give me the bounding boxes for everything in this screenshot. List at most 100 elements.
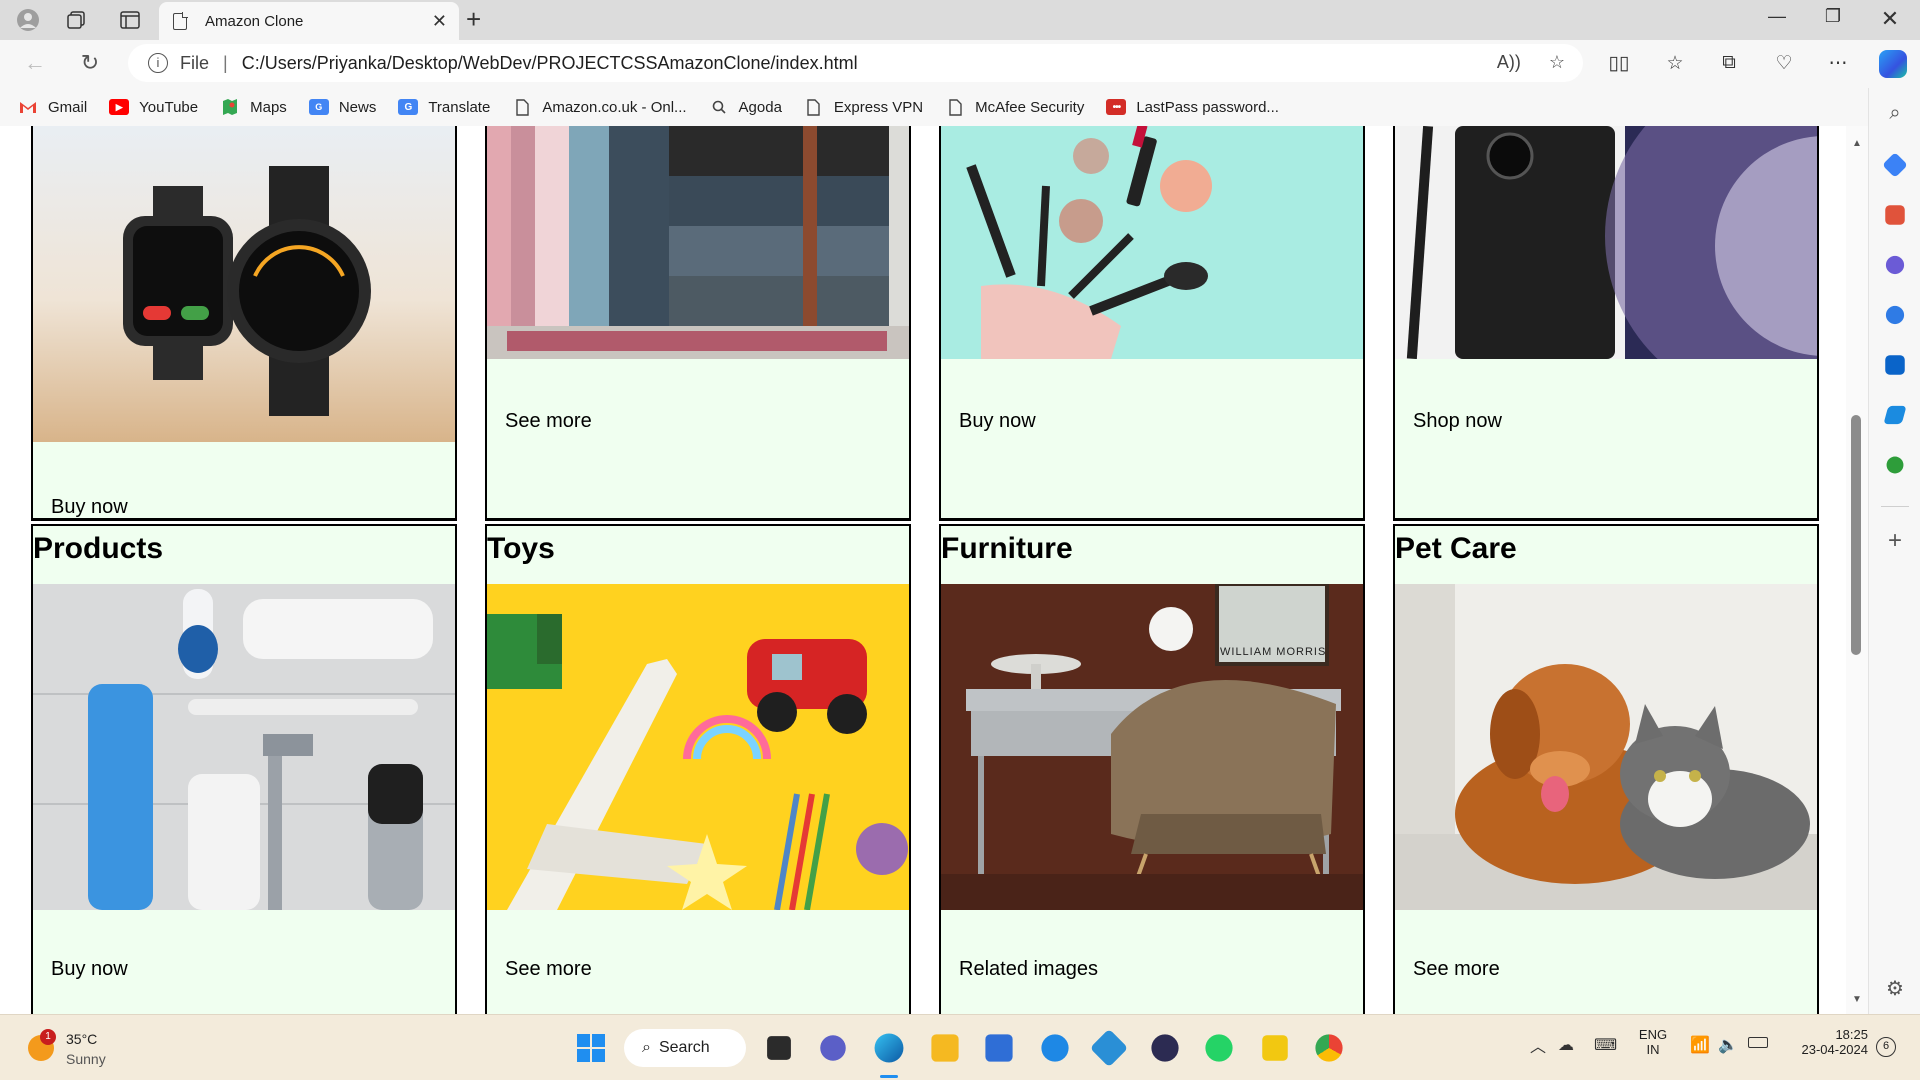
bookmark-label: News <box>338 98 377 116</box>
clock-date: 23-04-2024 <box>1801 1042 1869 1057</box>
youtube-icon: ▶ <box>109 99 130 115</box>
file-explorer-icon[interactable] <box>931 1034 959 1062</box>
favorites-icon[interactable]: ☆ <box>1662 52 1688 78</box>
active-app-indicator <box>880 1075 898 1078</box>
copilot-icon[interactable] <box>1879 50 1907 78</box>
address-bar[interactable]: i File | C:/Users/Priyanka/Desktop/WebDe… <box>128 44 1583 82</box>
task-view-icon[interactable] <box>767 1036 791 1060</box>
url-text[interactable]: C:/Users/Priyanka/Desktop/WebDev/PROJECT… <box>242 53 858 74</box>
vertical-tabs-icon[interactable] <box>116 6 144 34</box>
chrome-icon[interactable] <box>1315 1034 1343 1062</box>
bookmark-maps[interactable]: Maps <box>220 99 287 116</box>
language-indicator[interactable]: ENG IN <box>1638 1027 1668 1057</box>
card-link[interactable]: Buy now <box>51 496 128 518</box>
close-tab-icon[interactable]: ✕ <box>432 11 447 32</box>
restore-button[interactable]: ❐ <box>1813 6 1853 27</box>
bookmark-express-vpn[interactable]: Express VPN <box>804 99 923 116</box>
refresh-icon[interactable]: ↻ <box>75 50 105 76</box>
notification-count[interactable]: 6 <box>1876 1037 1896 1057</box>
back-icon[interactable]: ← <box>20 50 50 76</box>
more-menu-icon[interactable]: ⋯ <box>1825 52 1851 78</box>
eclipse-icon[interactable] <box>1151 1034 1179 1062</box>
card-makeup: Buy now <box>939 126 1365 521</box>
onedrive-icon[interactable]: ☁ <box>1558 1035 1574 1055</box>
tab-amazon-clone[interactable]: Amazon Clone ✕ <box>159 2 459 40</box>
card-link[interactable]: Buy now <box>959 410 1036 433</box>
tree-icon[interactable] <box>1886 456 1904 474</box>
bookmark-agoda[interactable]: Agoda <box>709 99 782 116</box>
new-tab-button[interactable]: + <box>466 4 481 35</box>
card-link[interactable]: See more <box>505 958 592 981</box>
bookmark-mcafee[interactable]: McAfee Security <box>945 99 1084 116</box>
bookmark-gmail[interactable]: Gmail <box>18 99 87 116</box>
minimize-button[interactable]: — <box>1757 6 1797 27</box>
document-icon <box>804 98 824 116</box>
wifi-icon[interactable]: 📶 <box>1690 1035 1710 1055</box>
battery-icon[interactable] <box>1748 1037 1768 1048</box>
card-link[interactable]: See more <box>505 410 592 433</box>
clothing-rack-image <box>487 126 909 359</box>
add-sidebar-app-icon[interactable]: + <box>1882 528 1908 554</box>
bookmark-label: Gmail <box>48 98 88 116</box>
card-link[interactable]: Shop now <box>1413 410 1502 433</box>
edge-browser-icon[interactable] <box>874 1033 904 1063</box>
send-icon[interactable] <box>1883 405 1907 425</box>
microsoft-365-icon[interactable] <box>1885 305 1905 325</box>
bookmark-news[interactable]: G News <box>308 98 377 116</box>
tools-icon[interactable] <box>1885 205 1905 225</box>
makeup-brushes-image <box>941 126 1363 359</box>
read-aloud-icon[interactable]: A)) <box>1497 52 1521 73</box>
tab-title: Amazon Clone <box>205 12 304 30</box>
vscode-icon[interactable] <box>1089 1028 1129 1068</box>
card-title: Pet Care <box>1395 532 1517 565</box>
get-help-icon[interactable] <box>1041 1034 1069 1062</box>
teams-chat-icon[interactable] <box>820 1035 846 1061</box>
whatsapp-icon[interactable] <box>1205 1034 1233 1062</box>
taskbar-search[interactable]: ⌕ Search <box>624 1029 746 1067</box>
card-link[interactable]: Buy now <box>51 958 128 981</box>
card-link[interactable]: See more <box>1413 958 1500 981</box>
keyboard-icon[interactable]: ⌨ <box>1594 1035 1617 1055</box>
bookmark-label: Translate <box>428 98 491 116</box>
workspaces-icon[interactable] <box>62 6 90 34</box>
volume-icon[interactable]: 🔈 <box>1718 1035 1738 1055</box>
bookmark-amazon[interactable]: Amazon.co.uk - Onl... <box>512 98 687 116</box>
card-furniture: Furniture WILLIAM MORRIS Related images <box>939 524 1365 1014</box>
show-hidden-icons[interactable]: ︿ <box>1530 1033 1546 1057</box>
split-screen-icon[interactable]: ▯▯ <box>1606 52 1632 78</box>
browser-essentials-icon[interactable]: ♡ <box>1771 52 1797 78</box>
bookmark-label: LastPass password... <box>1136 98 1279 116</box>
document-icon <box>945 98 965 116</box>
close-window-button[interactable]: ✕ <box>1870 6 1910 32</box>
card-title: Toys <box>487 532 555 565</box>
bookmark-lastpass[interactable]: ••• LastPass password... <box>1106 99 1279 116</box>
games-icon[interactable] <box>1885 255 1905 275</box>
tab-strip: Amazon Clone ✕ + — ❐ ✕ <box>0 0 1920 40</box>
smartwatches-image <box>33 126 455 442</box>
clock[interactable]: 18:25 23-04-2024 <box>1786 1027 1869 1057</box>
start-windows-icon[interactable] <box>574 1031 608 1065</box>
bookmark-translate[interactable]: G Translate <box>398 99 490 116</box>
power-bi-icon[interactable] <box>1262 1035 1288 1061</box>
page-document-icon <box>173 11 188 30</box>
site-info-icon[interactable]: i <box>148 53 168 73</box>
outlook-icon[interactable] <box>1885 355 1905 375</box>
shopping-tag-icon[interactable] <box>1882 152 1908 178</box>
sidebar-search-icon[interactable]: ⌕ <box>1882 102 1908 128</box>
bookmark-label: McAfee Security <box>975 98 1085 116</box>
profile-icon[interactable] <box>14 6 42 34</box>
document-icon <box>512 98 532 116</box>
scrollbar-thumb[interactable] <box>1851 415 1861 655</box>
smartphone-image <box>1395 126 1817 359</box>
favorite-star-icon[interactable]: ☆ <box>1549 52 1565 73</box>
store-icon[interactable] <box>985 1034 1013 1062</box>
card-link[interactable]: Related images <box>959 958 1098 981</box>
bookmark-label: Agoda <box>738 98 782 116</box>
bookmark-youtube[interactable]: ▶ YouTube <box>109 99 198 116</box>
scroll-up-icon[interactable]: ▲ <box>1852 138 1862 149</box>
collections-icon[interactable]: ⧉ <box>1716 52 1742 78</box>
personal-care-image <box>33 584 455 910</box>
bookmark-label: Maps <box>250 98 287 116</box>
sidebar-settings-icon[interactable]: ⚙ <box>1882 976 1908 1002</box>
scroll-down-icon[interactable]: ▼ <box>1852 994 1862 1005</box>
